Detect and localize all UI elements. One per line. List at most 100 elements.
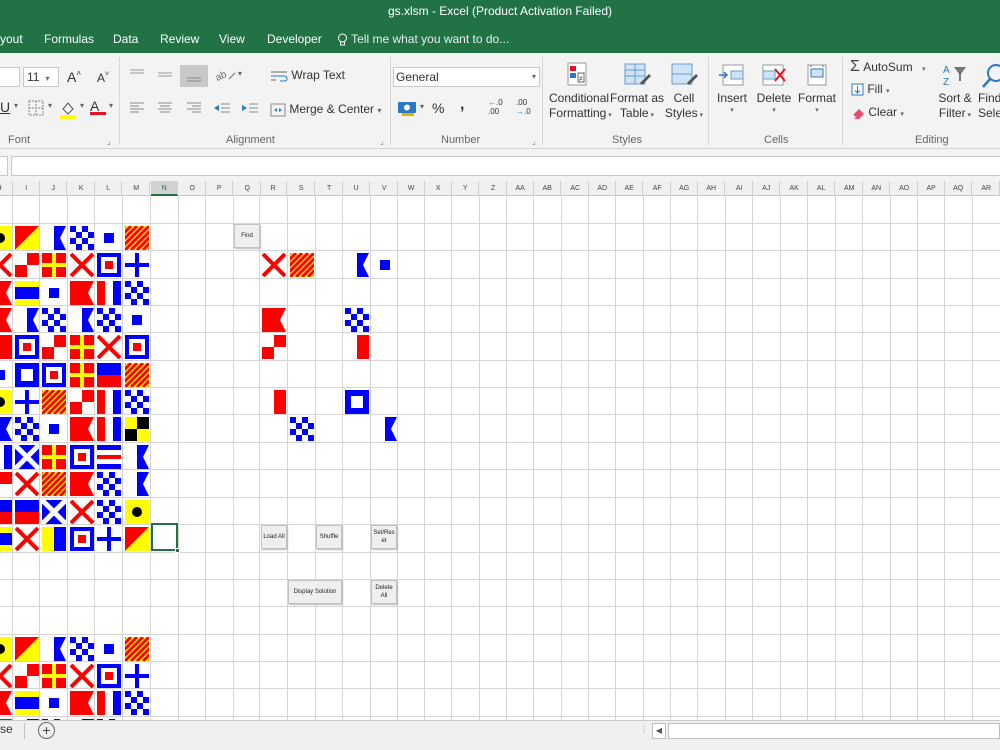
signal-flag-s[interactable]	[0, 363, 12, 387]
column-header-u[interactable]: U	[343, 181, 371, 196]
decrease-font-icon[interactable]: A˅	[97, 71, 109, 85]
signal-flag-r[interactable]	[42, 445, 66, 469]
signal-flag-n[interactable]	[97, 472, 121, 496]
tab-page-layout[interactable]: yout	[0, 25, 23, 53]
signal-flag-v[interactable]	[0, 253, 12, 277]
signal-flag-t[interactable]	[97, 281, 121, 305]
signal-flag-w[interactable]	[125, 335, 149, 359]
column-header-n[interactable]: N	[151, 181, 179, 196]
found-flag-b[interactable]	[262, 308, 286, 332]
increase-font-icon[interactable]: A˄	[67, 69, 81, 85]
dialog-launcher-icon[interactable]: ⌟	[107, 137, 111, 146]
column-header-v[interactable]: V	[371, 181, 399, 196]
found-flag-h[interactable]	[262, 390, 286, 414]
wrap-text-button[interactable]: Wrap Text	[270, 68, 345, 83]
signal-flag-s[interactable]	[42, 281, 66, 305]
signal-flag-b[interactable]	[0, 281, 12, 305]
format-cells-button[interactable]: Format ▾	[797, 61, 837, 131]
align-right-icon[interactable]	[185, 101, 203, 118]
signal-flag-a[interactable]	[42, 637, 66, 661]
chevron-down-icon[interactable]: ▾	[238, 69, 242, 78]
font-name-box[interactable]	[0, 67, 20, 87]
signal-flag-a[interactable]	[42, 226, 66, 250]
found-flag-v[interactable]	[262, 253, 286, 277]
comma-style-button[interactable]: ,	[460, 96, 464, 114]
find-button[interactable]: Find	[234, 224, 260, 248]
signal-flag-x[interactable]	[97, 527, 121, 551]
insert-cells-button[interactable]: Insert ▾	[714, 61, 750, 131]
found-flag-h[interactable]	[345, 335, 369, 359]
signal-flag-n[interactable]	[70, 637, 94, 661]
worksheet-grid[interactable]: Find Load All Shuffle Set/Res et Display…	[0, 196, 1000, 720]
dialog-launcher-icon[interactable]: ⌟	[380, 137, 384, 146]
signal-flag-x[interactable]	[15, 390, 39, 414]
column-header-z[interactable]: Z	[480, 181, 508, 196]
column-header-o[interactable]: O	[179, 181, 207, 196]
signal-flag-e[interactable]	[0, 500, 12, 524]
signal-flag-a[interactable]	[125, 472, 149, 496]
signal-flag-l[interactable]	[125, 417, 149, 441]
orientation-icon[interactable]: ab	[214, 67, 239, 86]
signal-flag-r[interactable]	[70, 363, 94, 387]
chevron-down-icon[interactable]: ▾	[14, 101, 18, 110]
signal-flag-w[interactable]	[70, 445, 94, 469]
found-flag-s[interactable]	[373, 253, 397, 277]
signal-flag-o[interactable]	[125, 527, 149, 551]
signal-flag-t[interactable]	[97, 390, 121, 414]
font-color-icon[interactable]: A	[90, 98, 106, 115]
column-header-ak[interactable]: AK	[781, 181, 809, 196]
signal-flag-m[interactable]	[42, 500, 66, 524]
chevron-down-icon[interactable]: ▾	[420, 102, 424, 111]
signal-flag-m[interactable]	[15, 445, 39, 469]
tell-me-box[interactable]: Tell me what you want to do...	[337, 25, 509, 53]
align-center-icon[interactable]	[156, 101, 174, 118]
column-header-aq[interactable]: AQ	[945, 181, 973, 196]
signal-flag-s[interactable]	[42, 417, 66, 441]
column-header-ab[interactable]: AB	[534, 181, 562, 196]
chevron-down-icon[interactable]: ▾	[80, 101, 84, 110]
column-header-y[interactable]: Y	[452, 181, 480, 196]
delete-all-button[interactable]: Delete All	[371, 580, 397, 604]
signal-flag-n[interactable]	[70, 226, 94, 250]
tab-review[interactable]: Review	[160, 25, 199, 53]
signal-flag-k[interactable]	[42, 527, 66, 551]
signal-flag-w[interactable]	[97, 664, 121, 688]
column-header-aj[interactable]: AJ	[753, 181, 781, 196]
signal-flag-v[interactable]	[70, 664, 94, 688]
active-cell-selection[interactable]	[151, 523, 178, 551]
merge-center-button[interactable]: Merge & Center ▾	[270, 102, 381, 117]
signal-flag-b[interactable]	[70, 472, 94, 496]
column-header-ap[interactable]: AP	[918, 181, 946, 196]
column-header-j[interactable]: J	[40, 181, 68, 196]
found-flag-a[interactable]	[373, 417, 397, 441]
signal-flag-x[interactable]	[125, 253, 149, 277]
signal-flag-n[interactable]	[97, 308, 121, 332]
column-header-r[interactable]: R	[260, 181, 288, 196]
number-format-select[interactable]: General ▾	[393, 67, 540, 87]
found-flag-p[interactable]	[345, 390, 369, 414]
signal-flag-b[interactable]	[70, 691, 94, 715]
font-size-box[interactable]: 11 ▾	[23, 67, 59, 87]
signal-flag-y[interactable]	[125, 363, 149, 387]
column-header-an[interactable]: AN	[863, 181, 891, 196]
signal-flag-t[interactable]	[97, 691, 121, 715]
signal-flag-y[interactable]	[42, 472, 66, 496]
conditional-formatting-button[interactable]: ≠ Conditional Formatting ▾	[549, 61, 612, 131]
column-header-i[interactable]: I	[13, 181, 41, 196]
signal-flag-n[interactable]	[125, 691, 149, 715]
name-box[interactable]	[0, 156, 8, 176]
align-bottom-icon[interactable]	[180, 65, 208, 87]
signal-flag-n[interactable]	[97, 500, 121, 524]
signal-flag-t[interactable]	[97, 417, 121, 441]
tab-view[interactable]: View	[219, 25, 245, 53]
signal-flag-v[interactable]	[15, 527, 39, 551]
column-header-h[interactable]: H	[0, 181, 14, 196]
load-all-button[interactable]: Load All	[261, 525, 287, 549]
accounting-format-icon[interactable]	[397, 99, 419, 120]
signal-flag-i[interactable]	[0, 637, 12, 661]
found-flag-n[interactable]	[290, 417, 314, 441]
signal-flag-w[interactable]	[15, 335, 39, 359]
signal-flag-n[interactable]	[125, 390, 149, 414]
column-header-ah[interactable]: AH	[698, 181, 726, 196]
column-header-w[interactable]: W	[398, 181, 426, 196]
